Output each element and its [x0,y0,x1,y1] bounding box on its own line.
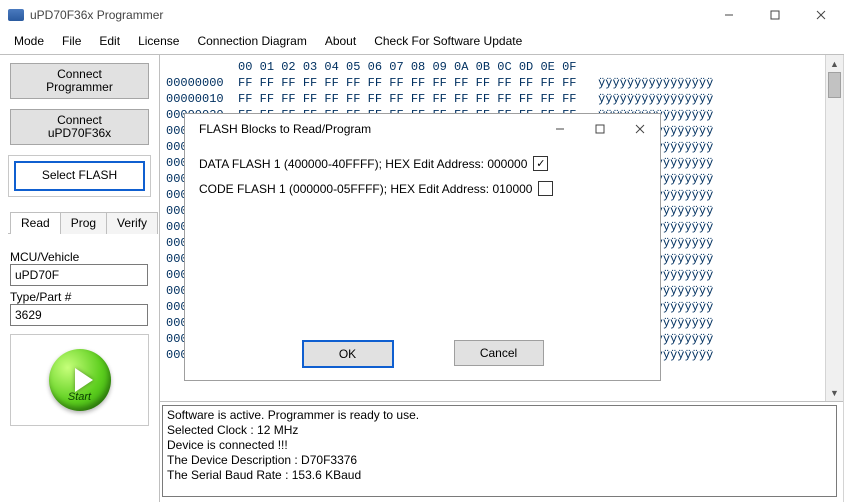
tab-read[interactable]: Read [10,212,61,234]
log-line: Device is connected !!! [167,438,832,453]
menu-mode[interactable]: Mode [14,34,44,48]
flash-row-data: DATA FLASH 1 (400000-40FFFF); HEX Edit A… [199,156,646,171]
type-label: Type/Part # [10,290,149,304]
menu-connection-diagram[interactable]: Connection Diagram [197,34,306,48]
mcu-label: MCU/Vehicle [10,250,149,264]
titlebar: uPD70F36x Programmer [0,0,844,30]
menu-edit[interactable]: Edit [99,34,120,48]
menubar: Mode File Edit License Connection Diagra… [0,30,844,55]
dialog-titlebar: FLASH Blocks to Read/Program [185,114,660,144]
log-line: The Device Description : D70F3376 [167,453,832,468]
tab-verify[interactable]: Verify [106,212,158,234]
connect-programmer-label: Connect Programmer [46,68,113,94]
dialog-title: FLASH Blocks to Read/Program [199,122,371,136]
menu-license[interactable]: License [138,34,179,48]
log-line: Software is active. Programmer is ready … [167,408,832,423]
cancel-button[interactable]: Cancel [454,340,544,366]
left-panel: Connect Programmer Connect uPD70F36x Sel… [0,55,160,502]
connect-device-button[interactable]: Connect uPD70F36x [10,109,149,145]
menu-about[interactable]: About [325,34,356,48]
flash-row-checkbox[interactable] [538,181,553,196]
log-line: Selected Clock : 12 MHz [167,423,832,438]
type-input[interactable] [10,304,148,326]
flash-row-checkbox[interactable]: ✓ [533,156,548,171]
flash-blocks-dialog: FLASH Blocks to Read/Program DATA FLASH … [184,113,661,381]
flash-row-label: CODE FLASH 1 (000000-05FFFF); HEX Edit A… [199,182,532,196]
select-flash-button[interactable]: Select FLASH [14,161,145,191]
select-flash-label: Select FLASH [42,169,117,182]
tabs: Read Prog Verify [8,211,151,234]
flash-row-label: DATA FLASH 1 (400000-40FFFF); HEX Edit A… [199,157,527,171]
scroll-thumb[interactable] [828,72,841,98]
flash-row-code: CODE FLASH 1 (000000-05FFFF); HEX Edit A… [199,181,646,196]
start-area: Start [10,334,149,426]
connect-device-label: Connect uPD70F36x [48,114,111,140]
window-title: uPD70F36x Programmer [30,8,163,22]
scroll-up-icon[interactable]: ▲ [826,55,843,72]
tab-body: MCU/Vehicle Type/Part # Start [8,240,151,428]
start-button[interactable]: Start [49,349,111,411]
log-panel[interactable]: Software is active. Programmer is ready … [162,405,837,497]
start-label: Start [49,391,111,403]
close-button[interactable] [798,0,844,30]
dialog-buttons: OK Cancel [185,332,660,380]
connect-programmer-button[interactable]: Connect Programmer [10,63,149,99]
log-line: The Serial Baud Rate : 153.6 KBaud [167,468,832,483]
dialog-minimize-button[interactable] [540,114,580,144]
ok-button[interactable]: OK [302,340,394,368]
hex-vertical-scrollbar[interactable]: ▲ ▼ [825,55,843,401]
mcu-input[interactable] [10,264,148,286]
minimize-button[interactable] [706,0,752,30]
dialog-body: DATA FLASH 1 (400000-40FFFF); HEX Edit A… [185,144,660,332]
app-icon [8,9,24,21]
menu-file[interactable]: File [62,34,81,48]
dialog-close-button[interactable] [620,114,660,144]
tab-prog[interactable]: Prog [60,212,107,234]
window-controls [706,0,844,30]
menu-check-update[interactable]: Check For Software Update [374,34,522,48]
dialog-maximize-button[interactable] [580,114,620,144]
maximize-button[interactable] [752,0,798,30]
scroll-down-icon[interactable]: ▼ [826,384,843,401]
